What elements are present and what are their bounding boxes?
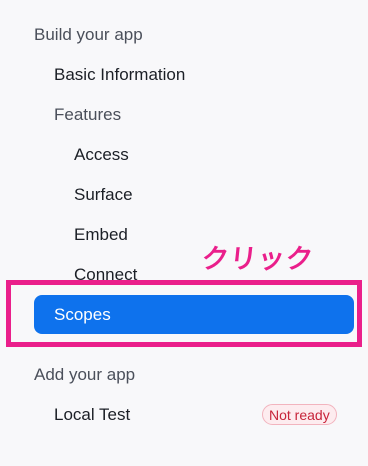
sidebar-item-access[interactable]: Access — [0, 135, 368, 175]
section-title-add-your-app: Add your app — [34, 365, 136, 384]
annotation-highlight-box — [6, 280, 362, 347]
sidebar-item-basic-information[interactable]: Basic Information — [0, 55, 368, 95]
section-title-build-your-app: Build your app — [34, 25, 143, 44]
app-build-sidebar: Build your app Basic Information Feature… — [0, 0, 368, 466]
status-badge-not-ready: Not ready — [262, 404, 337, 425]
sidebar-group-features[interactable]: Features — [0, 95, 368, 135]
annotation-click-label: クリック — [200, 244, 316, 275]
sidebar-item-surface[interactable]: Surface — [0, 175, 368, 215]
